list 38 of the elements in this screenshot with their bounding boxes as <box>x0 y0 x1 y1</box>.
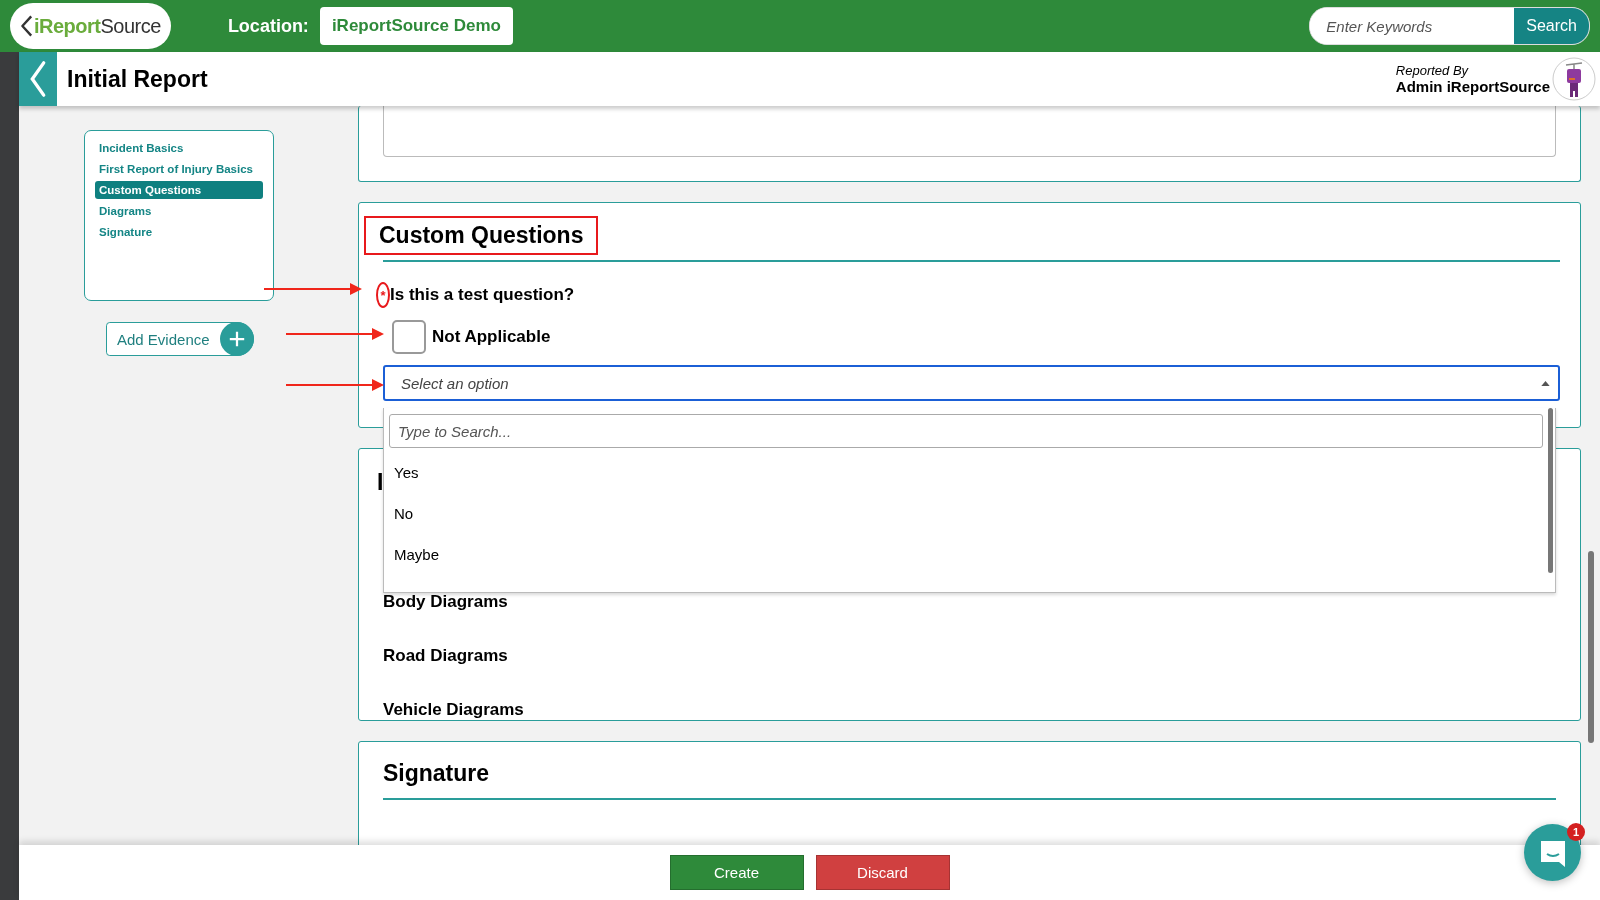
search-button[interactable]: Search <box>1512 8 1589 44</box>
page-title: Initial Report <box>67 65 208 93</box>
dropdown-option[interactable]: No <box>389 505 1547 522</box>
add-evidence-button[interactable]: Add Evidence <box>106 322 254 356</box>
nav-item[interactable]: Incident Basics <box>95 139 263 157</box>
search-field[interactable]: Type to Search... <box>389 414 1543 448</box>
nav-item[interactable]: Diagrams <box>95 202 263 220</box>
search-field[interactable]: Enter Keywords Search <box>1309 7 1590 45</box>
diagram-link[interactable]: Body Diagrams <box>383 592 1556 612</box>
dropdown-option[interactable]: Yes <box>389 464 1547 481</box>
diagram-link[interactable]: Road Diagrams <box>383 646 1556 666</box>
plus-icon <box>219 322 254 356</box>
location-label: Location: <box>227 15 309 37</box>
select-field[interactable]: Select an option <box>383 365 1560 401</box>
checkbox[interactable] <box>392 320 426 354</box>
location-selector[interactable]: iReportSource Demo <box>319 7 513 45</box>
question-text: Is this a test question? <box>390 285 575 305</box>
section-heading: Custom Questions <box>364 216 599 255</box>
dropdown-option[interactable]: Maybe <box>389 546 1547 563</box>
discard-button[interactable]: Discard <box>815 855 950 890</box>
robot-avatar-icon <box>1552 57 1596 101</box>
diagram-link[interactable]: Vehicle Diagrams <box>383 700 1556 720</box>
section-heading: I <box>377 469 384 496</box>
caret-icon <box>1541 380 1550 386</box>
back-button[interactable] <box>19 52 57 106</box>
logo[interactable]: iReportSource <box>10 3 171 49</box>
reporter-name: Admin iReportSource <box>1395 78 1550 95</box>
nav-item[interactable]: Custom Questions <box>95 181 263 199</box>
reported-by-label: Reported By <box>1395 63 1470 78</box>
chevron-left-icon <box>28 60 48 98</box>
text-area[interactable] <box>383 106 1556 157</box>
section-heading: Signature <box>383 760 491 787</box>
checkbox-label: Not Applicable <box>432 327 551 347</box>
create-button[interactable]: Create <box>669 855 804 890</box>
required-mark: * <box>376 282 390 308</box>
logo-text: iReportSource <box>34 14 161 38</box>
nav-item[interactable]: Signature <box>95 223 263 241</box>
nav-item[interactable]: First Report of Injury Basics <box>95 160 263 178</box>
